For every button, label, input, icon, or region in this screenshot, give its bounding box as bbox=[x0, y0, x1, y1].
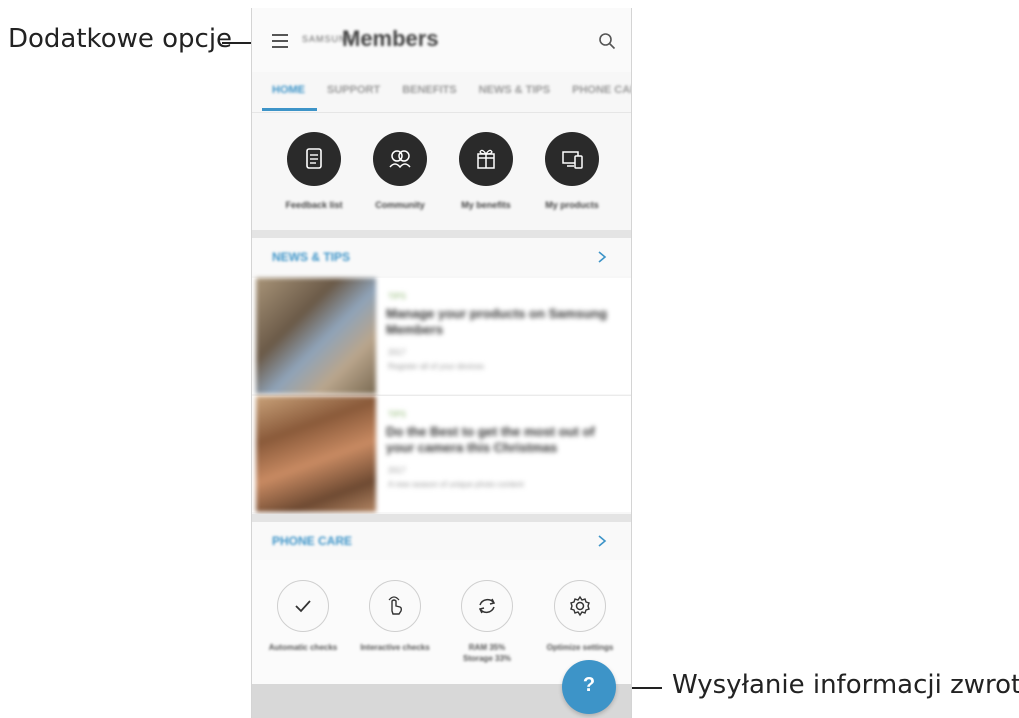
search-icon[interactable] bbox=[598, 32, 616, 50]
touch-icon bbox=[388, 596, 403, 615]
checkmark-icon bbox=[295, 600, 311, 613]
quick-action-label: My benefits bbox=[461, 200, 511, 210]
care-interactive-checks[interactable]: Interactive checks bbox=[355, 580, 435, 653]
care-label: Automatic checks bbox=[268, 643, 338, 652]
news-title: Manage your products on Samsung Members bbox=[386, 306, 608, 337]
quick-action-community[interactable]: Community bbox=[358, 132, 442, 210]
care-optimize-settings[interactable]: Optimize settings bbox=[540, 580, 620, 653]
phone-screen: SAMSUNG Members HOME SUPPORT BENEFITS NE… bbox=[251, 8, 632, 718]
care-label: RAM 35% Storage 33% bbox=[462, 643, 512, 663]
quick-action-feedback-list[interactable]: Feedback list bbox=[272, 132, 356, 210]
tab-home[interactable]: HOME bbox=[272, 76, 305, 112]
callout-send-feedback: Wysyłanie informacji zwrotnej. bbox=[672, 670, 1019, 700]
care-label: Optimize settings bbox=[546, 643, 614, 652]
quick-action-my-products[interactable]: My products bbox=[530, 132, 614, 210]
community-icon bbox=[389, 150, 411, 169]
quick-action-label: Community bbox=[375, 200, 425, 210]
quick-action-label: My products bbox=[545, 200, 599, 210]
divider bbox=[252, 112, 631, 113]
active-tab-indicator bbox=[262, 108, 317, 111]
chevron-right-icon[interactable] bbox=[596, 250, 608, 264]
care-automatic-checks[interactable]: Automatic checks bbox=[263, 580, 343, 653]
quick-action-my-benefits[interactable]: My benefits bbox=[444, 132, 528, 210]
app-title: Members bbox=[342, 26, 439, 51]
feedback-fab-button[interactable]: ? bbox=[562, 660, 616, 714]
news-item[interactable]: TIPS Manage your products on Samsung Mem… bbox=[252, 278, 631, 394]
tab-benefits[interactable]: BENEFITS bbox=[402, 76, 456, 112]
app-bar: SAMSUNG Members bbox=[252, 8, 631, 72]
tab-phone-care[interactable]: PHONE CARE bbox=[572, 76, 631, 112]
news-title: Do the Best to get the most out of your … bbox=[386, 424, 595, 455]
news-thumbnail bbox=[256, 278, 376, 394]
care-memory-storage[interactable]: RAM 35% Storage 33% bbox=[447, 580, 527, 664]
section-separator bbox=[252, 230, 631, 238]
gift-icon bbox=[477, 149, 495, 169]
news-meta: 2017 bbox=[388, 348, 406, 357]
news-subtitle: Register all of your devices bbox=[388, 362, 485, 371]
phone-care-header[interactable]: PHONE CARE bbox=[252, 522, 631, 560]
news-thumbnail bbox=[256, 396, 376, 512]
tab-news-tips[interactable]: NEWS & TIPS bbox=[479, 76, 551, 112]
news-tag: TIPS bbox=[388, 410, 406, 419]
news-item[interactable]: TIPS Do the Best to get the most out of … bbox=[252, 396, 631, 512]
chevron-right-icon[interactable] bbox=[596, 534, 608, 548]
hamburger-menu-icon[interactable] bbox=[272, 34, 288, 48]
refresh-icon bbox=[478, 598, 496, 614]
document-icon bbox=[306, 148, 322, 169]
care-label: Interactive checks bbox=[360, 643, 430, 652]
devices-icon bbox=[562, 151, 583, 169]
news-subtitle: A new season of unique photo content bbox=[388, 480, 524, 489]
quick-action-label: Feedback list bbox=[285, 200, 343, 210]
section-title: NEWS & TIPS bbox=[272, 250, 351, 264]
tab-support[interactable]: SUPPORT bbox=[327, 76, 380, 112]
callout-more-options: Dodatkowe opcje bbox=[8, 24, 233, 54]
tab-bar: HOME SUPPORT BENEFITS NEWS & TIPS PHONE … bbox=[252, 76, 631, 112]
news-meta: 2017 bbox=[388, 466, 406, 475]
news-tips-header[interactable]: NEWS & TIPS bbox=[252, 238, 631, 276]
section-separator bbox=[252, 514, 631, 522]
settings-icon bbox=[570, 595, 590, 617]
feedback-icon: ? bbox=[582, 674, 596, 696]
section-title: PHONE CARE bbox=[272, 534, 353, 548]
news-tag: TIPS bbox=[388, 292, 406, 301]
